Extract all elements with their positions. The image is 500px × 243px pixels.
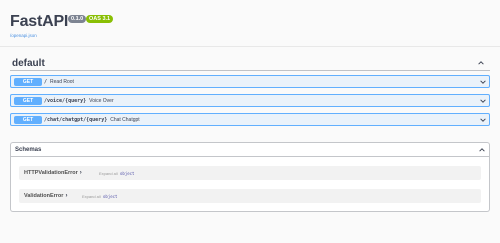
version-badge: 0.1.0	[68, 15, 87, 23]
schemas-title: Schemas	[15, 147, 42, 153]
model-name: HTTPValidationError ›	[24, 170, 82, 176]
operation-path: / Read Root	[44, 79, 74, 85]
operation-path: /chat/chatgpt/{query} Chat Chatgpt	[44, 117, 140, 123]
chevron-up-icon[interactable]	[479, 147, 485, 153]
openapi-json-link[interactable]: /openapi.json	[10, 33, 37, 39]
model-name: ValidationError ›	[24, 193, 68, 199]
chevron-up-icon[interactable]	[478, 60, 484, 66]
operation-summary: Voice Over	[89, 98, 114, 104]
api-title: FastAPI	[10, 13, 69, 30]
method-badge: GET	[14, 78, 42, 86]
operation-get-root[interactable]: GET / Read Root	[10, 75, 490, 88]
model-type: object	[120, 171, 135, 176]
model-validation-error[interactable]: ValidationError › Expand all object	[19, 189, 481, 203]
chevron-down-icon[interactable]	[480, 117, 486, 123]
chevron-right-icon: ›	[79, 170, 82, 176]
api-info: FastAPI 0.1.0 OAS 3.1 /openapi.json	[10, 13, 490, 43]
operation-path: /voice/{query} Voice Over	[44, 98, 114, 104]
schemas-section: Schemas HTTPValidationError › Expand all …	[10, 142, 490, 212]
tag-section-header[interactable]: default	[10, 55, 490, 71]
method-badge: GET	[14, 97, 42, 105]
expand-all-button[interactable]: Expand all	[99, 171, 118, 176]
model-type: object	[103, 194, 118, 199]
operation-summary: Read Root	[50, 79, 74, 85]
tag-title: default	[12, 58, 45, 69]
chevron-down-icon[interactable]	[480, 79, 486, 85]
operation-get-voice[interactable]: GET /voice/{query} Voice Over	[10, 94, 490, 107]
chevron-down-icon[interactable]	[480, 98, 486, 104]
operation-summary: Chat Chatgpt	[110, 117, 140, 123]
expand-all-button[interactable]: Expand all	[82, 194, 101, 199]
operation-get-chat-chatgpt[interactable]: GET /chat/chatgpt/{query} Chat Chatgpt	[10, 113, 490, 126]
schemas-header[interactable]: Schemas	[11, 143, 489, 157]
oas-badge: OAS 3.1	[86, 15, 114, 23]
model-http-validation-error[interactable]: HTTPValidationError › Expand all object	[19, 166, 481, 180]
chevron-right-icon: ›	[65, 193, 68, 199]
method-badge: GET	[14, 116, 42, 124]
header-divider	[0, 46, 500, 47]
